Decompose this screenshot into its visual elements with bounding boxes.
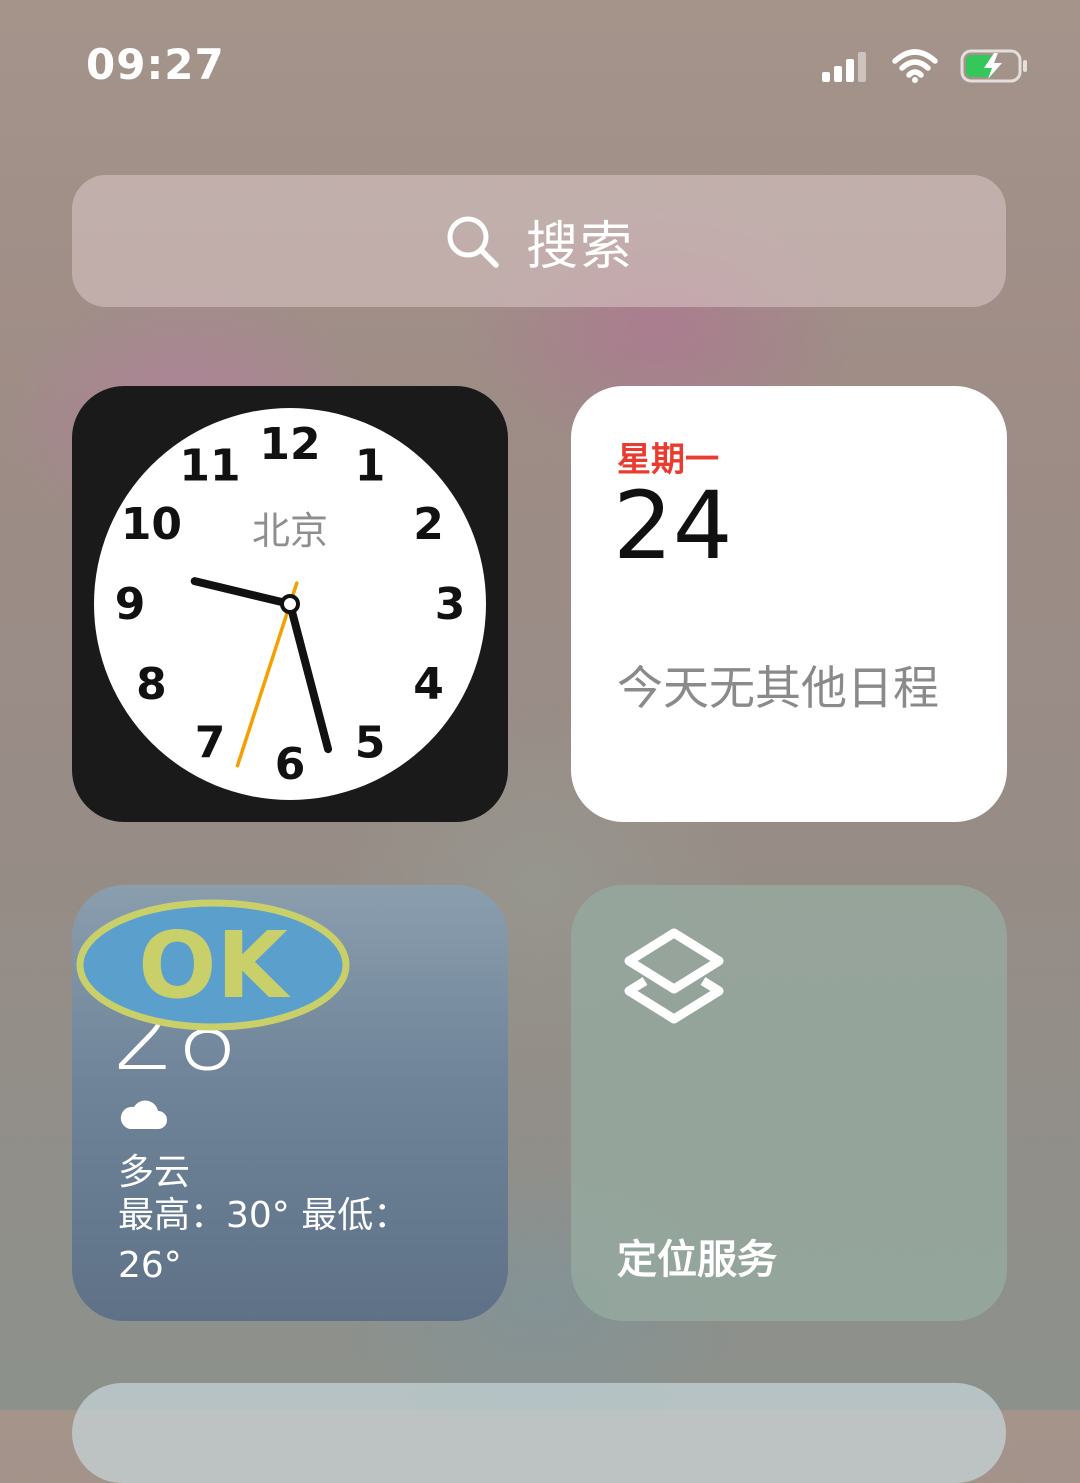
clock-number-1: 1 bbox=[355, 440, 386, 491]
clock-widget[interactable]: 12 1 2 3 4 5 6 7 8 9 10 11 北京 bbox=[72, 386, 508, 822]
clock-number-5: 5 bbox=[355, 718, 386, 769]
clock-face: 12 12 3 45678 9 10 11 北京 bbox=[94, 408, 486, 800]
clock-number-7: 7 bbox=[195, 718, 226, 769]
search-icon bbox=[447, 216, 499, 268]
calendar-day-number: 24 bbox=[613, 472, 733, 581]
status-bar: 09:27 bbox=[0, 0, 1080, 140]
clock-number-12: 12 bbox=[259, 419, 320, 470]
search-bar[interactable]: 搜索 bbox=[72, 175, 1006, 307]
clock-number-6: 6 bbox=[275, 739, 306, 790]
clock-number-10: 10 bbox=[121, 499, 182, 550]
clock-number-3: 3 bbox=[435, 579, 466, 630]
clock-number-4: 4 bbox=[413, 659, 444, 710]
cloud-icon bbox=[120, 1100, 167, 1129]
cellular-signal-icon bbox=[822, 52, 866, 82]
clock-center-pin bbox=[280, 594, 300, 614]
status-time: 09:27 bbox=[86, 40, 225, 89]
weather-condition: 多云 bbox=[118, 1152, 191, 1193]
clock-number-11: 11 bbox=[179, 440, 240, 491]
shortcuts-layers-icon bbox=[624, 928, 724, 1024]
clock-number-2: 2 bbox=[413, 499, 444, 550]
status-icons bbox=[822, 48, 1030, 84]
clock-number-8: 8 bbox=[136, 659, 167, 710]
clock-city: 北京 bbox=[252, 509, 328, 553]
ok-badge-text: OK bbox=[138, 912, 291, 1019]
weather-temperature-range: 最高：30° 最低：26° bbox=[118, 1195, 410, 1286]
search-label: 搜索 bbox=[525, 216, 634, 277]
bottom-widget-partial[interactable] bbox=[72, 1383, 1006, 1483]
calendar-widget[interactable]: 星期一 24 今天无其他日程 bbox=[571, 386, 1007, 822]
shortcut-label: 定位服务 bbox=[617, 1237, 777, 1283]
shortcut-widget[interactable]: 定位服务 bbox=[571, 885, 1007, 1321]
clock-number-9: 9 bbox=[115, 579, 146, 630]
calendar-no-events-text: 今天无其他日程 bbox=[617, 661, 939, 715]
ok-badge: OK bbox=[76, 899, 350, 1031]
battery-charging-icon bbox=[960, 49, 1027, 83]
wifi-icon bbox=[892, 49, 938, 83]
